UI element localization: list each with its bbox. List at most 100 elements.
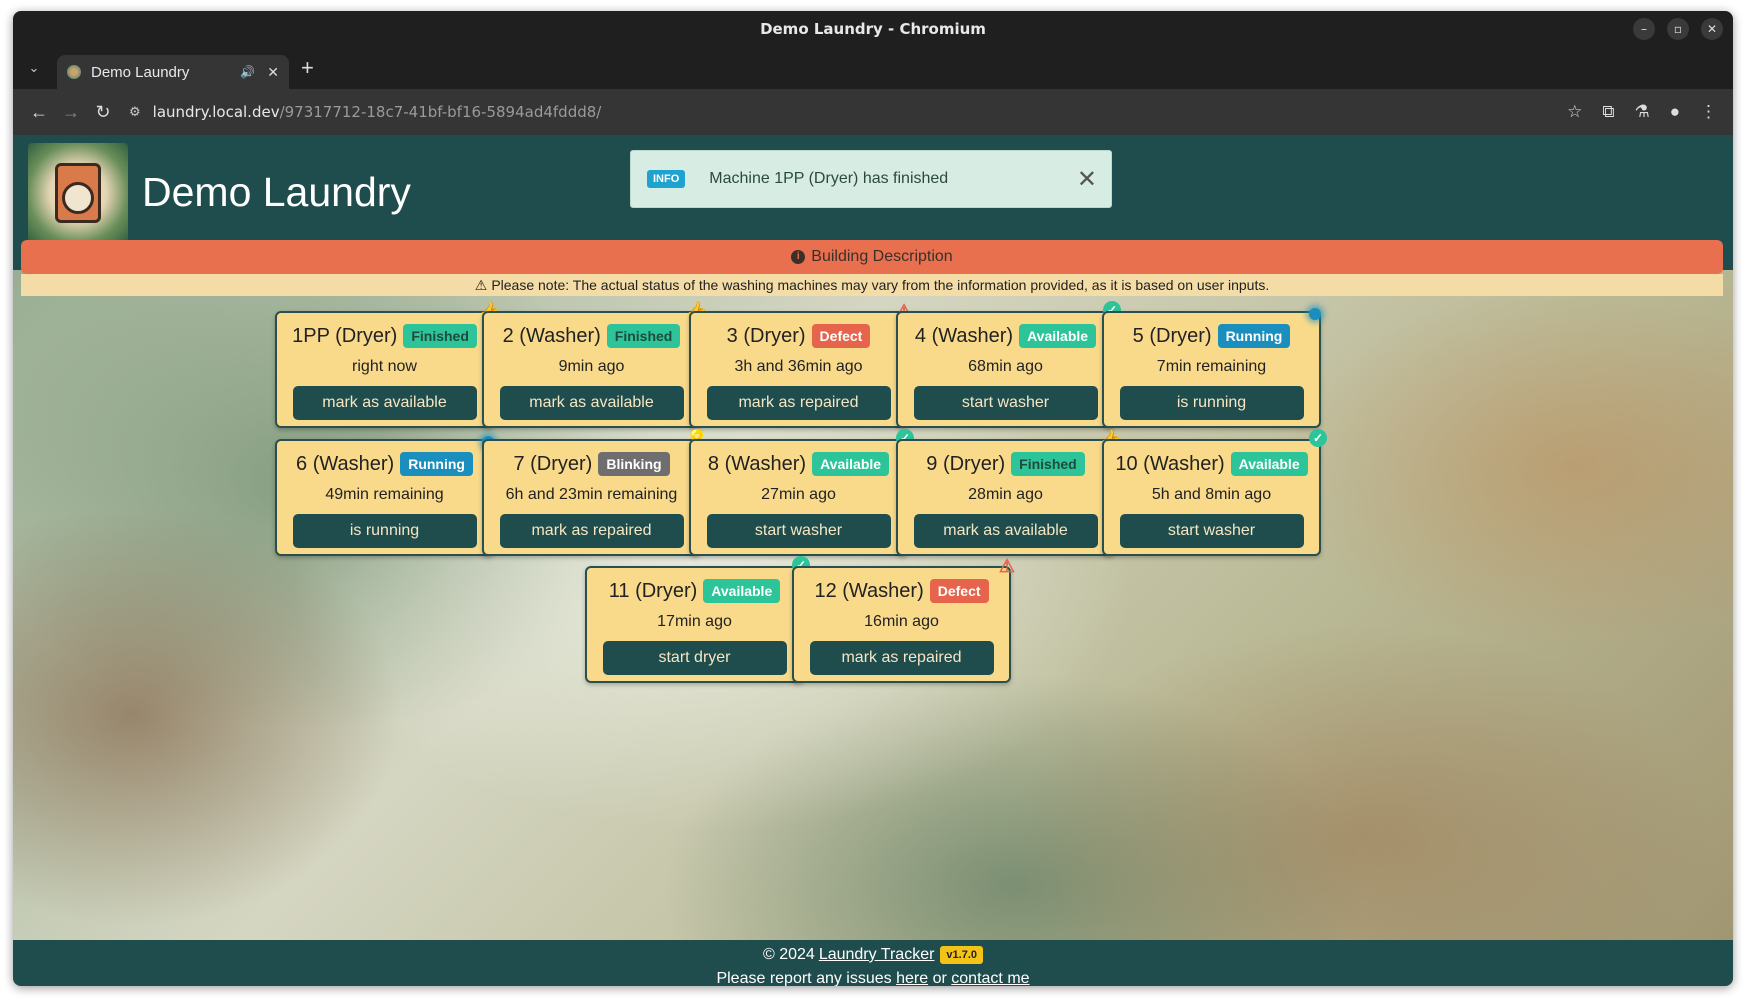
- browser-window: Demo Laundry - Chromium – ▫ ✕ ⌄ Demo Lau…: [13, 11, 1733, 986]
- machine-card: 👍1PP (Dryer)Finishedright nowmark as ava…: [275, 301, 501, 428]
- url-path: /97317712-18c7-41bf-bf16-5894ad4fddd8/: [279, 103, 602, 121]
- warning-icon: ⚠: [998, 555, 1016, 576]
- favicon-icon: [67, 65, 81, 79]
- status-badge: Finished: [403, 324, 477, 348]
- machine-card: ⚠ 12 (Washer) Defect 16min ago mark as repai…: [792, 556, 1015, 683]
- machine-card: ✓ 8 (Washer) Available 27min ago start washe…: [689, 429, 914, 556]
- machine-card: ✓ 10 (Washer) Available 5h and 8min ago star…: [1102, 429, 1327, 556]
- check-icon: ✓: [1309, 429, 1327, 447]
- report-here-link[interactable]: here: [896, 970, 928, 986]
- status-notice: ⚠ Please note: The actual status of the …: [21, 274, 1723, 296]
- machine-time: 27min ago: [761, 486, 836, 503]
- info-icon: i: [791, 250, 806, 264]
- machine-time: 6h and 23min remaining: [505, 486, 678, 503]
- version-badge: v1.7.0: [940, 946, 984, 964]
- machine-time: 3h and 36min ago: [734, 358, 863, 375]
- close-window-icon[interactable]: ✕: [1701, 18, 1723, 40]
- machine-action-button[interactable]: mark as repaired: [706, 386, 891, 420]
- machine-name: 2 (Washer): [502, 324, 601, 347]
- machine-time: right now: [352, 358, 417, 375]
- tab-demo-laundry[interactable]: Demo Laundry 🔊 ✕: [57, 55, 289, 89]
- machine-name: 6 (Washer): [296, 452, 395, 475]
- info-toast: INFO Machine 1PP (Dryer) has finished ✕: [630, 150, 1112, 208]
- tab-search-icon[interactable]: ⌄: [21, 53, 47, 83]
- machine-time: 49min remaining: [325, 486, 444, 503]
- machine-action-button[interactable]: is running: [1119, 386, 1304, 420]
- machine-action-button[interactable]: mark as repaired: [499, 514, 684, 548]
- copyright-text: © 2024: [762, 946, 815, 963]
- machine-action-button[interactable]: start dryer: [602, 641, 787, 675]
- machine-action-button[interactable]: mark as repaired: [809, 641, 994, 675]
- machine-action-button[interactable]: mark as available: [913, 514, 1098, 548]
- notice-text: Please note: The actual status of the wa…: [491, 277, 1270, 293]
- address-bar[interactable]: ⚙ laundry.local.dev/97317712-18c7-41bf-b…: [119, 94, 1567, 130]
- page-footer: © 2024 Laundry Tracker v1.7.0 Please rep…: [13, 940, 1733, 986]
- status-badge: Finished: [1011, 452, 1085, 476]
- toast-tag: INFO: [647, 170, 686, 188]
- minimize-icon[interactable]: –: [1633, 18, 1655, 40]
- browser-toolbar: ← → ↻ ⚙ laundry.local.dev/97317712-18c7-…: [13, 89, 1733, 135]
- status-badge: Available: [1019, 324, 1097, 348]
- laundry-tracker-link[interactable]: Laundry Tracker: [819, 946, 935, 964]
- forward-icon[interactable]: →: [55, 102, 87, 123]
- new-tab-icon[interactable]: +: [301, 55, 314, 81]
- report-text: Please report any issues: [716, 970, 892, 986]
- machine-time: 17min ago: [657, 613, 732, 630]
- machine-card: 💡7 (Dryer)Blinking6h and 23min remaining…: [482, 429, 708, 556]
- machine-card: 👍9 (Dryer)Finished28min agomark as avail…: [896, 429, 1122, 556]
- status-badge: Blinking: [598, 452, 670, 476]
- machine-card: ✓ 4 (Washer) Available 68min ago start washe…: [896, 301, 1121, 428]
- toast-message: Machine 1PP (Dryer) has finished: [709, 170, 949, 187]
- close-toast-icon[interactable]: ✕: [1077, 165, 1097, 194]
- back-icon[interactable]: ←: [23, 102, 55, 123]
- building-description-bar[interactable]: i Building Description: [21, 240, 1723, 274]
- machine-name: 11 (Dryer): [608, 579, 698, 602]
- machine-name: 3 (Dryer): [726, 324, 806, 347]
- toolbar-actions: ☆ ⧉ ⚗ ● ⋮: [1567, 102, 1717, 122]
- window-title: Demo Laundry - Chromium: [760, 20, 986, 38]
- status-badge: Finished: [606, 324, 681, 348]
- status-badge: Running: [400, 452, 473, 476]
- app-title[interactable]: Demo Laundry: [142, 169, 411, 216]
- washing-machine-logo-icon[interactable]: [28, 143, 128, 243]
- tab-title: Demo Laundry: [91, 63, 190, 81]
- machine-action-button[interactable]: start washer: [706, 514, 891, 548]
- profile-icon[interactable]: ●: [1670, 102, 1680, 122]
- window-titlebar: Demo Laundry - Chromium – ▫ ✕: [13, 11, 1733, 47]
- menu-kebab-icon[interactable]: ⋮: [1700, 102, 1717, 122]
- machine-name: 9 (Dryer): [926, 452, 1006, 475]
- maximize-icon[interactable]: ▫: [1667, 18, 1689, 40]
- reload-icon[interactable]: ↻: [87, 102, 119, 123]
- machine-card: 👍2 (Washer)Finished9min agomark as avail…: [482, 301, 708, 428]
- status-badge: Defect: [929, 579, 989, 603]
- status-badge: Defect: [811, 324, 871, 348]
- speaker-icon[interactable]: 🔊: [240, 65, 255, 79]
- machine-name: 7 (Dryer): [513, 452, 593, 475]
- machine-card: 5 (Dryer) Running 7min remaining is running: [1102, 308, 1321, 428]
- machine-time: 5h and 8min ago: [1151, 486, 1272, 503]
- machine-name: 12 (Washer): [814, 579, 924, 602]
- close-tab-icon[interactable]: ✕: [267, 64, 279, 81]
- contact-me-link[interactable]: contact me: [951, 970, 1029, 986]
- machine-name: 10 (Washer): [1115, 452, 1225, 475]
- machine-action-button[interactable]: start washer: [1119, 514, 1304, 548]
- machine-card: ⚠3 (Dryer)Defect3h and 36min agomark as …: [689, 301, 912, 428]
- labs-flask-icon[interactable]: ⚗: [1634, 102, 1649, 122]
- status-badge: Available: [703, 579, 781, 603]
- status-badge: Running: [1217, 324, 1291, 348]
- running-dot-icon: [1309, 308, 1321, 320]
- machine-time: 28min ago: [968, 486, 1043, 503]
- or-text: or: [932, 970, 947, 986]
- machine-action-button[interactable]: mark as available: [292, 386, 477, 420]
- machine-action-button[interactable]: is running: [292, 514, 477, 548]
- site-settings-icon[interactable]: ⚙: [129, 105, 141, 120]
- status-badge: Available: [812, 452, 890, 476]
- machine-action-button[interactable]: mark as available: [499, 386, 684, 420]
- machine-name: 4 (Washer): [914, 324, 1014, 347]
- machine-action-button[interactable]: start washer: [913, 386, 1098, 420]
- extensions-icon[interactable]: ⧉: [1602, 102, 1614, 122]
- machine-time: 16min ago: [864, 613, 939, 630]
- bookmark-star-icon[interactable]: ☆: [1567, 102, 1582, 122]
- building-description-label: Building Description: [811, 248, 953, 265]
- machine-card: 6 (Washer) Running 49min remaining is runni…: [275, 436, 494, 556]
